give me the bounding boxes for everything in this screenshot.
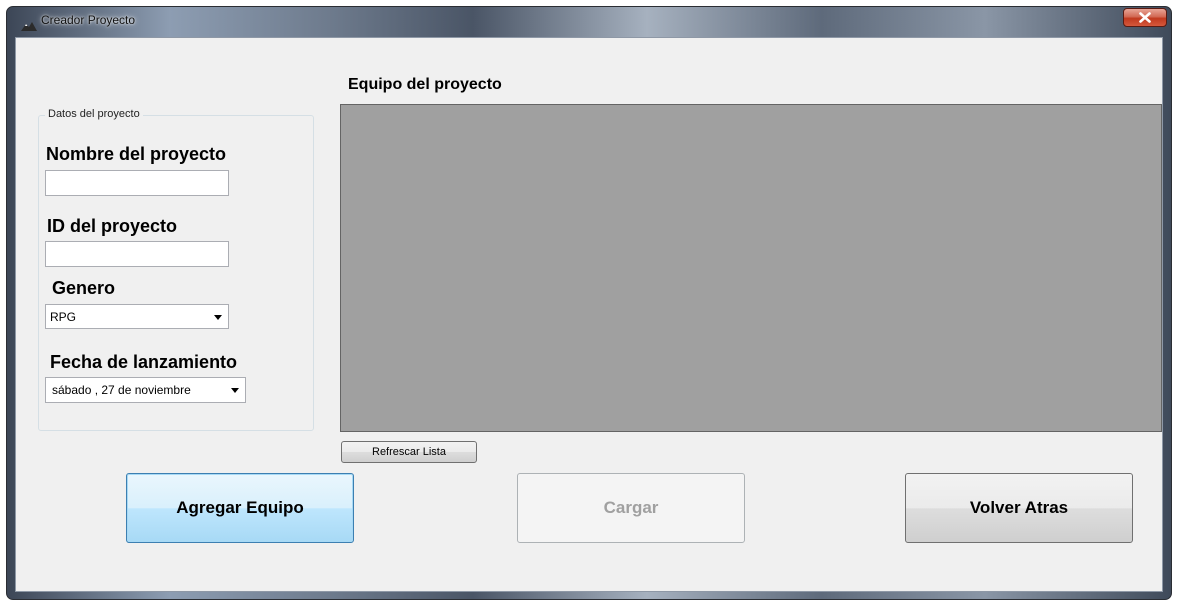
genre-selected-value: RPG: [50, 310, 77, 324]
refresh-list-button[interactable]: Refrescar Lista: [341, 441, 477, 463]
close-button[interactable]: [1123, 8, 1167, 27]
load-button[interactable]: Cargar: [517, 473, 745, 543]
project-id-label: ID del proyecto: [47, 216, 178, 236]
chevron-down-icon: [231, 388, 239, 393]
app-window: Creador Proyecto Datos del proyecto Nomb…: [6, 6, 1172, 600]
project-name-input[interactable]: [45, 170, 229, 196]
team-list[interactable]: [340, 104, 1162, 432]
release-date-label: Fecha de lanzamiento: [50, 352, 238, 372]
add-team-button[interactable]: Agregar Equipo: [126, 473, 354, 543]
project-id-input[interactable]: [45, 241, 229, 267]
app-icon: [21, 16, 37, 31]
release-date-picker[interactable]: sábado , 27 de noviembre: [45, 377, 246, 403]
back-button[interactable]: Volver Atras: [905, 473, 1133, 543]
title-bar[interactable]: Creador Proyecto: [7, 7, 1171, 35]
genre-label: Genero: [52, 278, 116, 298]
client-area: Datos del proyecto Nombre del proyecto I…: [15, 37, 1163, 592]
team-title: Equipo del proyecto: [348, 76, 502, 93]
release-date-value: sábado , 27 de noviembre: [52, 383, 191, 397]
chevron-down-icon: [214, 315, 222, 320]
window-title: Creador Proyecto: [41, 13, 136, 27]
group-title: Datos del proyecto: [45, 108, 143, 120]
genre-select[interactable]: RPG: [45, 304, 229, 329]
project-name-label: Nombre del proyecto: [46, 144, 227, 164]
